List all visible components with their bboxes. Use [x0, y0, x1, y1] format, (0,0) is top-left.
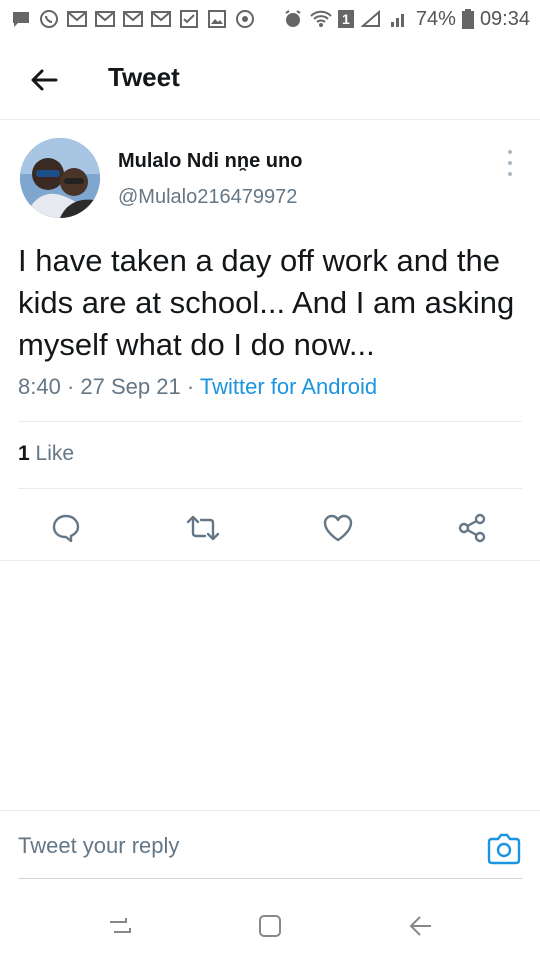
back-arrow-icon: [31, 69, 58, 91]
divider: [18, 488, 522, 489]
reply-input[interactable]: [18, 833, 458, 859]
status-time: 09:34: [479, 7, 530, 30]
task-check-icon: [178, 9, 200, 29]
back-icon: [409, 916, 431, 936]
back-button[interactable]: [24, 60, 64, 100]
divider: [18, 421, 522, 422]
retweet-icon: [186, 515, 220, 541]
system-icons: 1 74% 09:34: [282, 8, 530, 31]
more-dot-icon: [508, 150, 512, 154]
share-icon: [458, 513, 486, 543]
heart-icon: [323, 514, 353, 542]
battery-percent: 74%: [415, 7, 456, 30]
alarm-icon: [282, 9, 304, 29]
wifi-icon: [310, 9, 332, 29]
home-icon: [259, 915, 281, 937]
likes-label: Like: [35, 442, 75, 465]
whatsapp-icon: [38, 9, 60, 29]
meta-separator: ·: [180, 374, 200, 399]
app-header: Tweet: [0, 38, 540, 120]
message-icon: [10, 9, 32, 29]
tweet-text: I have taken a day off work and the kids…: [18, 243, 515, 362]
system-nav-bar: [0, 890, 540, 960]
gmail-icon: [66, 9, 88, 29]
sync-icon: [234, 9, 256, 29]
status-bar: 1 74% 09:34: [0, 0, 540, 38]
more-dot-icon: [508, 161, 512, 165]
camera-button[interactable]: [486, 833, 522, 865]
signal-icon: [360, 9, 382, 29]
tweet-actions: [0, 508, 540, 560]
more-options-button[interactable]: [500, 150, 520, 176]
divider: [0, 560, 540, 561]
gmail-icon: [122, 9, 144, 29]
reply-icon: [52, 514, 80, 543]
gmail-icon: [94, 9, 116, 29]
avatar-image: [20, 138, 100, 218]
sim-icon: 1: [337, 10, 354, 28]
battery-icon: [461, 9, 474, 29]
camera-icon: [487, 833, 521, 865]
notification-icons: [10, 9, 256, 29]
likes-count[interactable]: 1 Like: [18, 442, 74, 466]
recent-apps-button[interactable]: [102, 908, 138, 944]
reply-bar: [0, 810, 540, 881]
tweet-date: 27 Sep 21: [80, 374, 181, 399]
signal-icon: [388, 9, 410, 29]
tweet-meta: 8:40 · 27 Sep 21 · Twitter for Android: [18, 374, 377, 400]
author-display-name[interactable]: Mulalo Ndi nn̯e uno: [118, 150, 302, 173]
author-handle[interactable]: @Mulalo216479972: [118, 186, 297, 209]
tweet-source-link[interactable]: Twitter for Android: [200, 374, 377, 399]
more-dot-icon: [508, 172, 512, 176]
tweet-time: 8:40: [18, 374, 61, 399]
like-button[interactable]: [318, 508, 358, 548]
home-button[interactable]: [252, 908, 288, 944]
meta-separator: ·: [60, 374, 81, 399]
avatar[interactable]: [20, 138, 100, 218]
gallery-icon: [206, 9, 228, 29]
recent-apps-icon: [110, 918, 131, 933]
system-back-button[interactable]: [403, 908, 439, 944]
likes-number: 1: [18, 442, 30, 465]
retweet-button[interactable]: [183, 508, 223, 548]
gmail-icon: [150, 9, 172, 29]
reply-underline: [18, 878, 522, 879]
share-button[interactable]: [452, 508, 492, 548]
page-title: Tweet: [108, 62, 180, 92]
reply-button[interactable]: [46, 508, 86, 548]
